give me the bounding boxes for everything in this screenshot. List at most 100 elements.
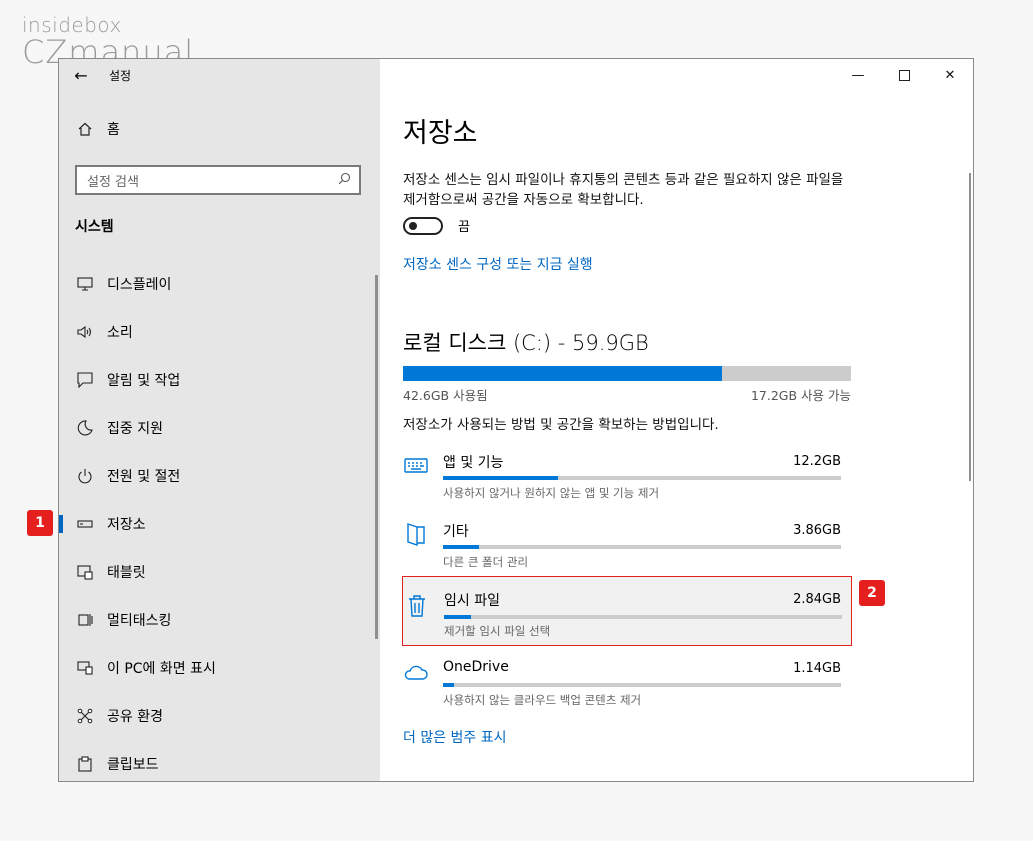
category-size: 3.86GB	[793, 523, 841, 538]
maximize-button[interactable]	[881, 59, 927, 91]
disk-usage-bar	[403, 366, 851, 381]
sidebar-item-label: 집중 지원	[107, 421, 163, 437]
page-title: 저장소	[403, 118, 478, 149]
category-description: 다른 큰 폴더 관리	[443, 555, 529, 569]
sidebar-item-label: 전원 및 절전	[107, 469, 181, 485]
sidebar-item-label: 공유 환경	[107, 709, 163, 725]
show-more-categories-link[interactable]: 더 많은 범주 표시	[403, 727, 507, 747]
disk-labels: 42.6GB 사용됨 17.2GB 사용 가능	[403, 385, 851, 404]
section-title: 시스템	[75, 219, 114, 235]
category-size: 12.2GB	[793, 454, 841, 469]
sidebar-item-label: 알림 및 작업	[107, 373, 181, 389]
settings-window: ← 설정 홈 설정 검색 시스템 디스플레이 소리 알림 및 작업 집중 지원 …	[58, 58, 974, 782]
category-name: 기타	[443, 524, 469, 540]
toggle-knob	[409, 221, 417, 230]
step-badge-1: 1	[27, 510, 53, 536]
sidebar-item-shared[interactable]: 공유 환경	[59, 692, 380, 740]
search-icon	[338, 172, 351, 189]
disk-usage-fill	[403, 366, 722, 381]
category-bar	[443, 545, 841, 549]
category-apps[interactable]: 앱 및 기능 12.2GB 사용하지 않거나 원하지 않는 앱 및 기능 제거	[403, 440, 851, 506]
category-size: 1.14GB	[793, 661, 841, 676]
category-bar-fill	[443, 476, 559, 480]
storage-sense-toggle[interactable]	[403, 216, 443, 235]
trash-icon	[404, 593, 430, 619]
sidebar-item-clipboard[interactable]: 클립보드	[59, 740, 380, 781]
arrow-left-icon: ←	[74, 65, 88, 85]
main-scrollbar[interactable]	[969, 173, 971, 481]
sidebar-item-label: 멀티태스킹	[107, 613, 172, 629]
clipboard-icon	[75, 756, 95, 772]
storage-sense-description: 저장소 센스는 임시 파일이나 휴지통의 콘텐츠 등과 같은 필요하지 않은 파…	[403, 172, 844, 208]
sidebar-item-label: 클립보드	[107, 757, 159, 773]
step-badge-2: 2	[859, 580, 885, 606]
drive-icon	[75, 519, 95, 529]
cloud-icon	[403, 659, 429, 685]
titlebar: ← 설정	[59, 59, 131, 91]
sidebar-item-tablet[interactable]: 태블릿	[59, 548, 380, 596]
configure-storage-sense-link[interactable]: 저장소 센스 구성 또는 지금 실행	[403, 254, 593, 274]
sidebar-item-label: 저장소	[107, 517, 146, 533]
sidebar-item-display[interactable]: 디스플레이	[59, 260, 380, 308]
back-button[interactable]: ←	[59, 59, 103, 91]
sidebar-item-notifications[interactable]: 알림 및 작업	[59, 356, 380, 404]
category-bar	[443, 476, 841, 480]
monitor-icon	[75, 277, 95, 291]
category-bar-fill	[443, 545, 479, 549]
share-icon	[75, 708, 95, 724]
close-icon: ✕	[944, 67, 956, 83]
moon-icon	[75, 420, 95, 436]
speaker-icon	[75, 325, 95, 339]
category-description: 사용하지 않는 클라우드 백업 콘텐츠 제거	[443, 693, 642, 707]
sidebar-item-label: 소리	[107, 325, 133, 341]
storage-sense-toggle-row: 끔	[403, 216, 470, 235]
sidebar-item-home[interactable]: 홈	[75, 119, 120, 139]
search-placeholder: 설정 검색	[87, 174, 139, 190]
category-size: 2.84GB	[793, 592, 841, 607]
sidebar-item-label: 태블릿	[107, 565, 146, 581]
category-bar	[443, 683, 841, 687]
category-onedrive[interactable]: OneDrive 1.14GB 사용하지 않는 클라우드 백업 콘텐츠 제거	[403, 647, 851, 713]
category-name: 앱 및 기능	[443, 455, 504, 471]
category-other[interactable]: 기타 3.86GB 다른 큰 폴더 관리	[403, 509, 851, 575]
sidebar-item-focus[interactable]: 집중 지원	[59, 404, 380, 452]
sidebar-item-project[interactable]: 이 PC에 화면 표시	[59, 644, 380, 692]
minimize-icon: —	[851, 67, 865, 83]
storage-subhead: 저장소가 사용되는 방법 및 공간을 확보하는 방법입니다.	[403, 417, 719, 433]
maximize-icon	[898, 69, 910, 81]
notification-icon	[75, 372, 95, 388]
category-bar-fill	[444, 615, 472, 619]
sidebar-item-sound[interactable]: 소리	[59, 308, 380, 356]
category-bar	[444, 615, 842, 619]
search-input[interactable]: 설정 검색	[75, 165, 361, 195]
window-title: 설정	[109, 68, 132, 83]
disk-title: 로컬 디스크 (C:) - 59.9GB	[403, 331, 649, 355]
sidebar-item-power[interactable]: 전원 및 절전	[59, 452, 380, 500]
project-icon	[75, 660, 95, 676]
sidebar-item-label: 디스플레이	[107, 277, 172, 293]
disk-used-label: 42.6GB 사용됨	[403, 388, 488, 403]
minimize-button[interactable]: —	[835, 59, 881, 91]
folder-icon	[403, 521, 429, 547]
keyboard-icon	[403, 452, 429, 478]
disk-free-label: 17.2GB 사용 가능	[750, 388, 851, 403]
category-description: 사용하지 않거나 원하지 않는 앱 및 기능 제거	[443, 486, 660, 500]
category-description: 제거할 임시 파일 선택	[444, 624, 551, 638]
main-content: — ✕ 저장소 저장소 센스는 임시 파일이나 휴지통의 콘텐츠 등과 같은 필…	[380, 59, 973, 781]
tablet-icon	[75, 564, 95, 580]
category-temp-files[interactable]: 임시 파일 2.84GB 제거할 임시 파일 선택	[402, 576, 852, 646]
home-icon	[75, 121, 95, 137]
category-bar-fill	[443, 683, 455, 687]
sidebar-scrollbar[interactable]	[375, 275, 378, 639]
toggle-label: 끔	[458, 220, 470, 235]
power-icon	[75, 468, 95, 484]
sidebar-item-storage[interactable]: 저장소	[59, 500, 380, 548]
close-button[interactable]: ✕	[927, 59, 973, 91]
category-name: OneDrive	[443, 659, 509, 675]
sidebar: ← 설정 홈 설정 검색 시스템 디스플레이 소리 알림 및 작업 집중 지원 …	[59, 59, 380, 781]
sidebar-item-label: 이 PC에 화면 표시	[107, 661, 216, 677]
sidebar-item-multitasking[interactable]: 멀티태스킹	[59, 596, 380, 644]
category-name: 임시 파일	[444, 593, 500, 609]
sidebar-nav: 디스플레이 소리 알림 및 작업 집중 지원 전원 및 절전 저장소 태블릿 멀…	[59, 260, 380, 781]
multitask-icon	[75, 612, 95, 628]
